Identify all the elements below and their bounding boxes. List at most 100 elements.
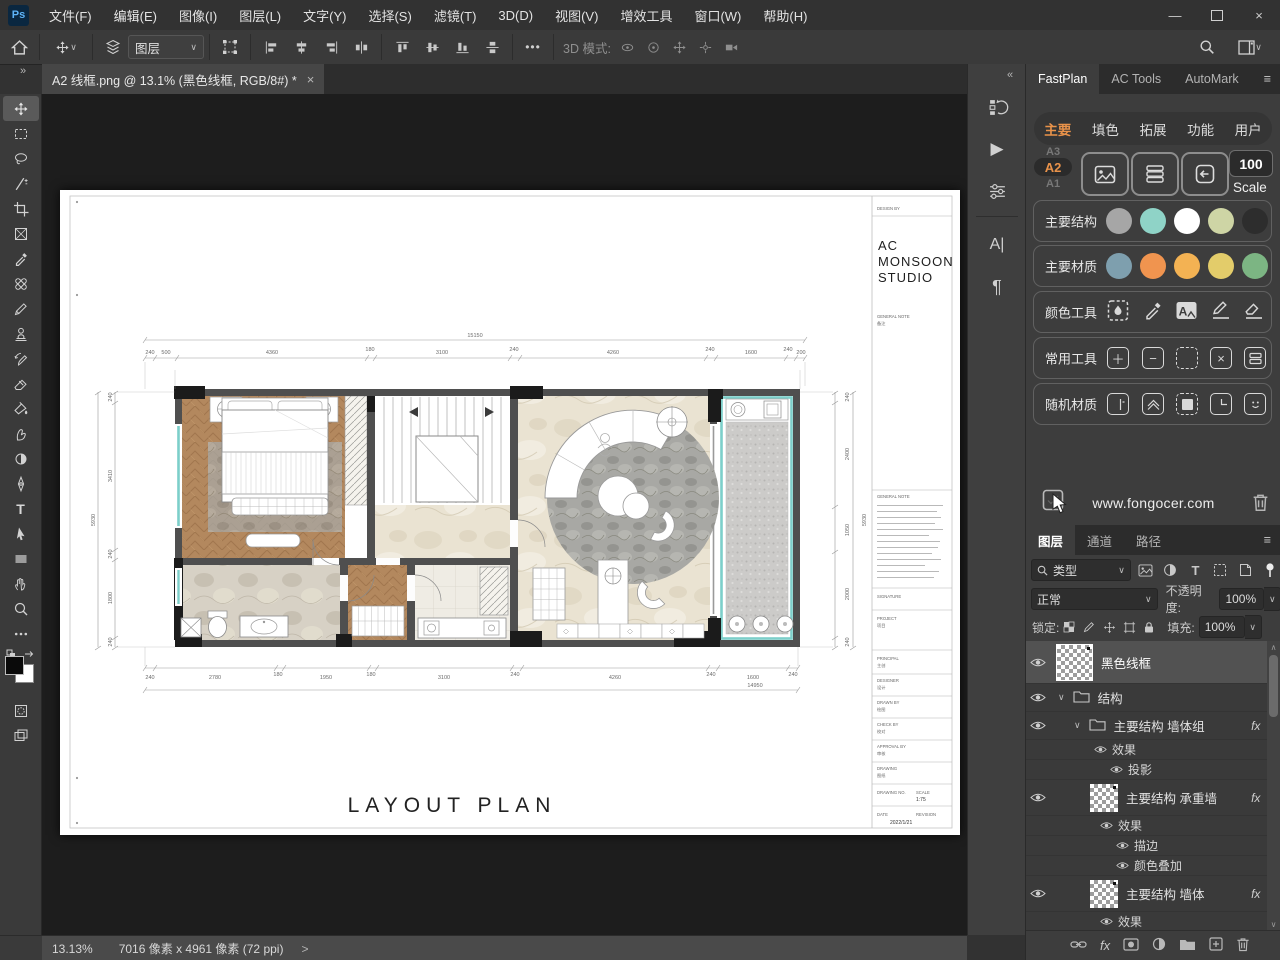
diagonal-texture-icon[interactable]: [1142, 393, 1164, 415]
path-selection-tool[interactable]: [3, 521, 39, 546]
adjustment-layer-icon[interactable]: [1152, 937, 1166, 954]
website-link[interactable]: www.fongocer.com: [1092, 495, 1214, 511]
auto-select-mode-dropdown[interactable]: 图层 ∨: [128, 35, 204, 59]
menu-plugins[interactable]: 增效工具: [609, 0, 683, 30]
object-selection-tool[interactable]: [3, 171, 39, 196]
filter-type-text-icon[interactable]: T: [1185, 563, 1206, 578]
filter-pixel-icon[interactable]: [1135, 564, 1156, 577]
menu-window[interactable]: 窗口(W): [683, 0, 752, 30]
paper-size-a3[interactable]: A3: [1046, 146, 1060, 158]
pen-tool[interactable]: [3, 471, 39, 496]
subtract-tool-icon[interactable]: −: [1142, 347, 1164, 369]
effects-label[interactable]: 效果: [1118, 817, 1142, 834]
plugin-panel-menu-icon[interactable]: ≡: [1254, 64, 1280, 94]
split-fill-icon[interactable]: [1107, 393, 1129, 415]
effect-label[interactable]: 描边: [1134, 837, 1158, 854]
toolbar-collapse-icon[interactable]: »: [4, 64, 42, 78]
effect-label[interactable]: 颜色叠加: [1134, 857, 1182, 874]
structure-color-black[interactable]: [1242, 208, 1268, 234]
eyedropper-tool[interactable]: [3, 246, 39, 271]
clone-stamp-tool[interactable]: [3, 321, 39, 346]
effect-color-overlay-row[interactable]: 颜色叠加: [1026, 856, 1280, 876]
distribute-vertical-icon[interactable]: [477, 32, 507, 62]
3d-camera-icon[interactable]: [719, 32, 745, 62]
history-panel-icon[interactable]: [977, 88, 1017, 126]
tab-automark[interactable]: AutoMark: [1173, 64, 1251, 94]
opacity-field[interactable]: 100%: [1219, 588, 1264, 610]
scrollbar-thumb[interactable]: [1269, 655, 1278, 717]
visibility-eye-icon[interactable]: [1110, 861, 1134, 870]
effects-label[interactable]: 效果: [1118, 913, 1142, 930]
distribute-horizontal-icon[interactable]: [346, 32, 376, 62]
marquee-tool[interactable]: [3, 121, 39, 146]
properties-panel-icon[interactable]: [977, 172, 1017, 210]
material-color-slate[interactable]: [1106, 253, 1132, 279]
fx-badge[interactable]: fx: [1251, 887, 1260, 901]
filter-smart-object-icon[interactable]: [1235, 563, 1256, 577]
group-name[interactable]: 主要结构 墙体组: [1114, 716, 1205, 735]
layer-row-wall[interactable]: 主要结构 墙体 fx∧: [1026, 876, 1280, 912]
effects-label[interactable]: 效果: [1112, 741, 1136, 758]
show-transform-controls-icon[interactable]: [215, 32, 245, 62]
search-icon[interactable]: [1192, 32, 1222, 62]
align-center-horizontal-icon[interactable]: [286, 32, 316, 62]
group-row-wall-group[interactable]: ∨ 主要结构 墙体组 fx∧: [1026, 712, 1280, 740]
effects-header-row[interactable]: 效果: [1026, 816, 1280, 836]
menu-file[interactable]: 文件(F): [38, 0, 103, 30]
layer-name[interactable]: 黑色线框: [1101, 653, 1151, 672]
visibility-eye-icon[interactable]: [1088, 745, 1112, 754]
align-right-icon[interactable]: [316, 32, 346, 62]
link-layers-icon[interactable]: [1070, 938, 1087, 953]
effects-header-row[interactable]: 效果: [1026, 912, 1280, 930]
stack-tool-icon[interactable]: [1244, 347, 1266, 369]
pill-extend[interactable]: 拓展: [1139, 119, 1166, 139]
layer-name[interactable]: 主要结构 墙体: [1126, 884, 1204, 903]
rectangle-tool[interactable]: [3, 546, 39, 571]
fill-dropdown-icon[interactable]: ∨: [1245, 615, 1262, 639]
trash-icon[interactable]: [1252, 493, 1269, 515]
fx-badge[interactable]: fx: [1251, 719, 1260, 733]
paragraph-panel-icon[interactable]: ¶: [977, 268, 1017, 306]
group-name[interactable]: 结构: [1098, 688, 1123, 707]
menu-layer[interactable]: 图层(L): [228, 0, 292, 30]
draw-pencil-icon[interactable]: [1210, 300, 1232, 325]
align-top-icon[interactable]: [387, 32, 417, 62]
filter-toggle-icon[interactable]: [1260, 562, 1280, 578]
visibility-eye-icon[interactable]: [1026, 888, 1050, 899]
visibility-eye-icon[interactable]: [1104, 765, 1128, 774]
home-button[interactable]: [4, 32, 34, 62]
zoom-level[interactable]: 13.13%: [52, 942, 93, 956]
smile-material-icon[interactable]: [1244, 393, 1266, 415]
add-mask-icon[interactable]: [1123, 938, 1139, 954]
layer-row-bearing-wall[interactable]: 主要结构 承重墙 fx∧: [1026, 780, 1280, 816]
filter-adjustment-icon[interactable]: [1160, 563, 1181, 577]
layer-thumbnail[interactable]: [1090, 880, 1118, 908]
edit-toolbar-icon[interactable]: [3, 621, 39, 646]
insert-image-button[interactable]: [1081, 152, 1129, 196]
text-image-icon[interactable]: A: [1175, 300, 1198, 325]
structure-color-white[interactable]: [1174, 208, 1200, 234]
healing-brush-tool[interactable]: [3, 271, 39, 296]
structure-color-teal[interactable]: [1140, 208, 1166, 234]
layer-thumbnail[interactable]: [1056, 644, 1093, 681]
color-picker-icon[interactable]: [1142, 300, 1163, 324]
group-expand-icon[interactable]: ∨: [1058, 692, 1065, 703]
actions-panel-icon[interactable]: ▶: [977, 130, 1017, 168]
align-center-vertical-icon[interactable]: [417, 32, 447, 62]
dock-collapse-icon[interactable]: «: [1000, 68, 1020, 82]
eraser-tool[interactable]: [3, 371, 39, 396]
group-row-structure[interactable]: ∨ 结构: [1026, 684, 1280, 712]
fx-badge[interactable]: fx: [1251, 791, 1260, 805]
visibility-eye-icon[interactable]: [1026, 657, 1050, 668]
lock-artboard-icon[interactable]: [1119, 621, 1139, 634]
material-color-orange[interactable]: [1140, 253, 1166, 279]
tab-channels[interactable]: 通道: [1075, 525, 1124, 555]
opacity-dropdown-icon[interactable]: ∨: [1264, 587, 1280, 611]
lock-position-icon[interactable]: [1099, 621, 1119, 634]
menu-image[interactable]: 图像(I): [168, 0, 228, 30]
color-swatches[interactable]: [3, 650, 39, 692]
zoom-tool[interactable]: [3, 596, 39, 621]
align-left-icon[interactable]: [256, 32, 286, 62]
move-tool[interactable]: [3, 96, 39, 121]
hand-tool[interactable]: [3, 571, 39, 596]
